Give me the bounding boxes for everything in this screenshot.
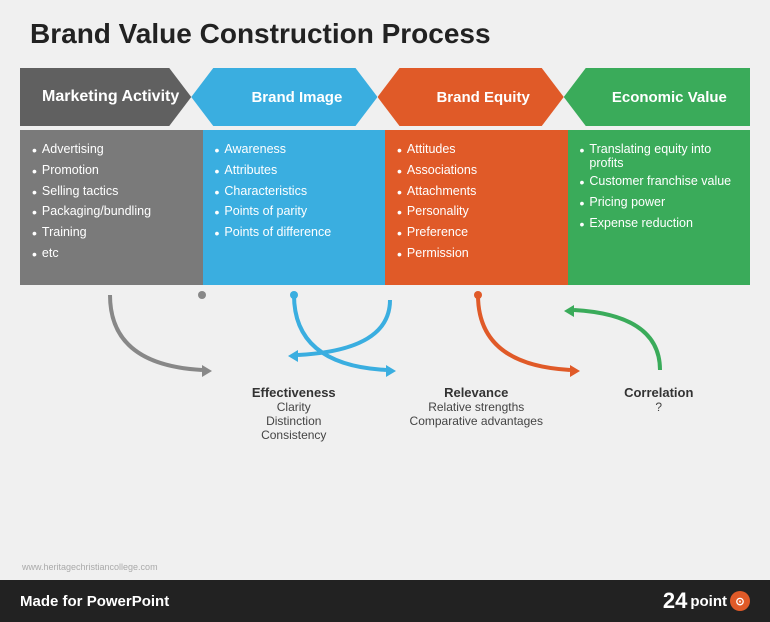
list-item: Advertising — [32, 140, 191, 161]
correlation-label: Correlation — [573, 385, 746, 400]
header: Brand Value Construction Process — [0, 0, 770, 60]
list-item: Customer franchise value — [580, 172, 739, 193]
segment-marketing: Marketing Activity — [20, 68, 191, 126]
brand-image-list: Awareness Attributes Characteristics Poi… — [215, 140, 374, 244]
economic-list: Translating equity into profits Customer… — [580, 140, 739, 234]
col-marketing: Advertising Promotion Selling tactics Pa… — [20, 130, 203, 285]
content-row: Advertising Promotion Selling tactics Pa… — [20, 130, 750, 285]
list-item: Personality — [397, 202, 556, 223]
relevance-label: Relevance — [390, 385, 563, 400]
brand-equity-list: Attitudes Associations Attachments Perso… — [397, 140, 556, 265]
effectiveness-sub1: Clarity — [208, 400, 381, 414]
list-item: Promotion — [32, 161, 191, 182]
label-effectiveness: Effectiveness Clarity Distinction Consis… — [203, 385, 386, 465]
footer-made-for: Made for — [20, 593, 87, 610]
footer-brand: 24 point ⊙ — [663, 588, 750, 614]
label-col-spacer — [20, 385, 203, 465]
effectiveness-sub2: Distinction — [208, 414, 381, 428]
list-item: Permission — [397, 244, 556, 265]
relevance-sub2: Comparative advantages — [390, 414, 563, 428]
list-item: Associations — [397, 161, 556, 182]
footer-left: Made for PowerPoint — [20, 593, 169, 610]
clock-icon: ⊙ — [730, 591, 750, 611]
list-item: Attachments — [397, 182, 556, 203]
list-item: Preference — [397, 223, 556, 244]
list-item: Characteristics — [215, 182, 374, 203]
segment-economic: Economic Value — [564, 68, 750, 126]
col-brand-equity: Attitudes Associations Attachments Perso… — [385, 130, 568, 285]
footer: Made for PowerPoint 24 point ⊙ — [0, 580, 770, 622]
col-brand-image: Awareness Attributes Characteristics Poi… — [203, 130, 386, 285]
list-item: etc — [32, 244, 191, 265]
labels-row: Effectiveness Clarity Distinction Consis… — [20, 385, 750, 465]
label-correlation: Correlation ? — [568, 385, 751, 465]
list-item: Attitudes — [397, 140, 556, 161]
segment-economic-label: Economic Value — [612, 89, 727, 106]
effectiveness-sub3: Consistency — [208, 428, 381, 442]
segment-brand-image: Brand Image — [191, 68, 377, 126]
segment-brand-image-label: Brand Image — [251, 89, 342, 106]
relevance-sub1: Relative strengths — [390, 400, 563, 414]
list-item: Translating equity into profits — [580, 140, 739, 172]
footer-brand-point: point — [690, 593, 727, 610]
footer-brand-number: 24 — [663, 588, 687, 614]
list-item: Attributes — [215, 161, 374, 182]
correlation-sub: ? — [573, 400, 746, 414]
arrows-area — [20, 285, 750, 385]
list-item: Packaging/bundling — [32, 202, 191, 223]
list-item: Pricing power — [580, 193, 739, 214]
segment-brand-equity-label: Brand Equity — [436, 89, 529, 106]
marketing-list: Advertising Promotion Selling tactics Pa… — [32, 140, 191, 265]
arrows-svg — [20, 285, 750, 385]
list-item: Selling tactics — [32, 182, 191, 203]
arrow-row: Marketing Activity Brand Image Brand Equ… — [20, 68, 750, 126]
segment-marketing-label: Marketing Activity — [42, 88, 179, 106]
list-item: Awareness — [215, 140, 374, 161]
watermark: www.heritagechristiancollege.com — [22, 562, 158, 572]
label-relevance: Relevance Relative strengths Comparative… — [385, 385, 568, 465]
footer-powerpoint: PowerPoint — [87, 593, 170, 610]
effectiveness-label: Effectiveness — [208, 385, 381, 400]
list-item: Training — [32, 223, 191, 244]
main-title: Brand Value Construction Process — [30, 18, 740, 50]
col-economic: Translating equity into profits Customer… — [568, 130, 751, 285]
list-item: Expense reduction — [580, 214, 739, 235]
segment-brand-equity: Brand Equity — [378, 68, 564, 126]
slide: Brand Value Construction Process Marketi… — [0, 0, 770, 622]
list-item: Points of parity — [215, 202, 374, 223]
list-item: Points of difference — [215, 223, 374, 244]
